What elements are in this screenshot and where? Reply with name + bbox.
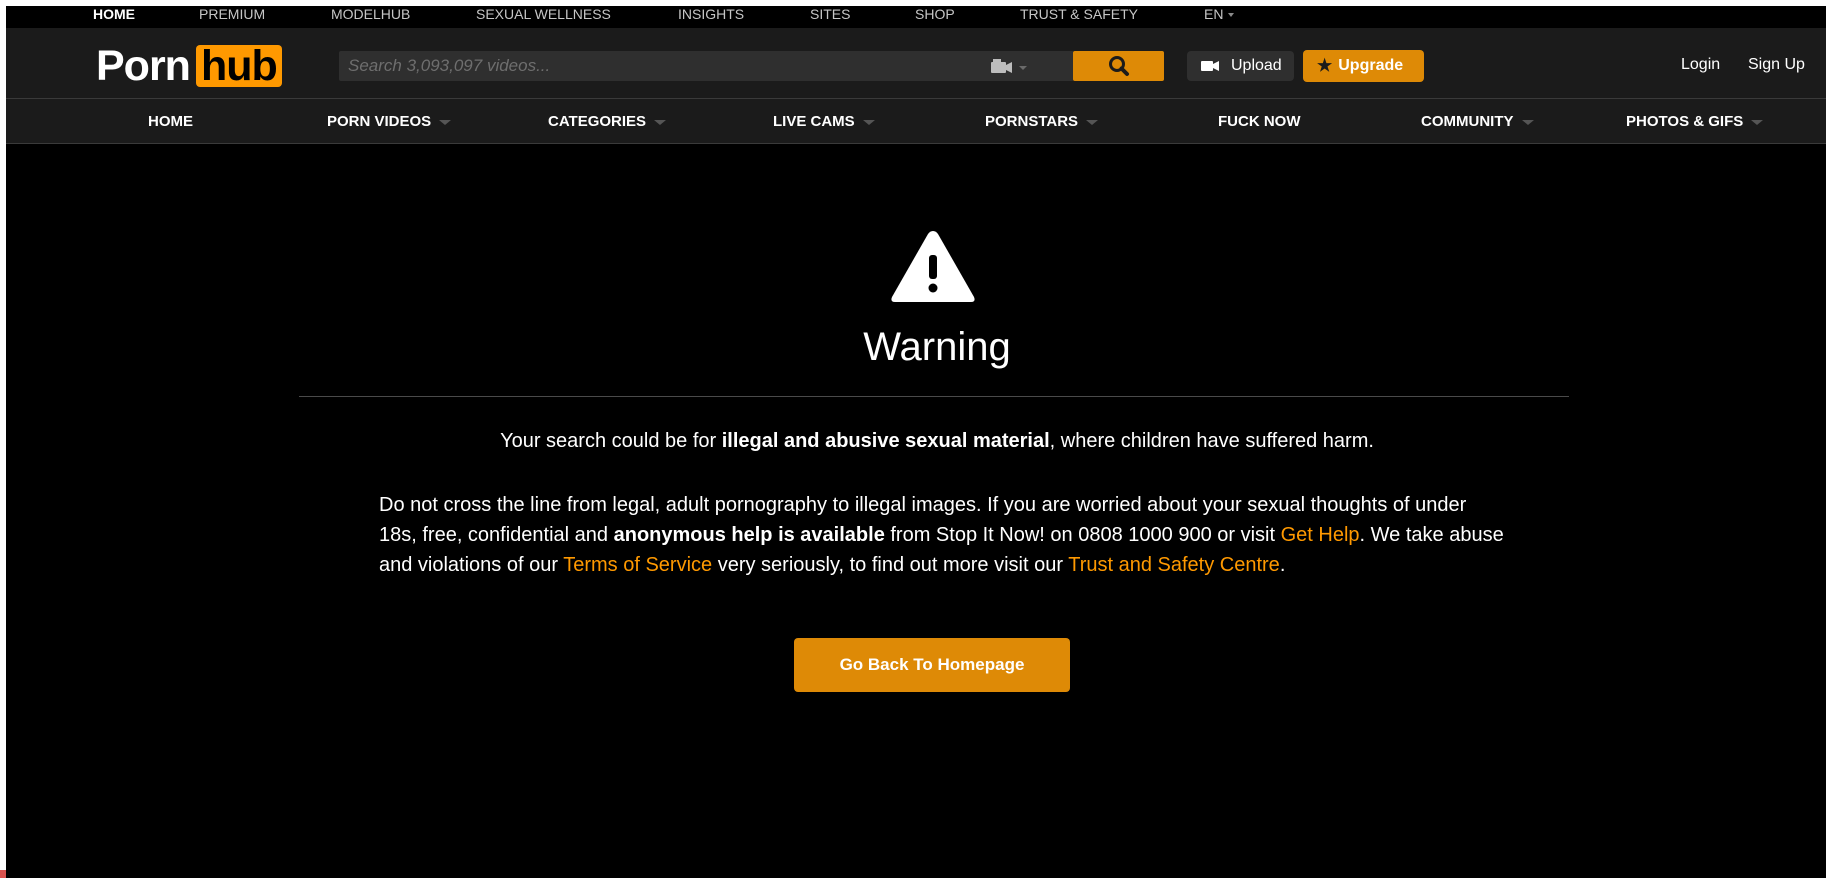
signup-link[interactable]: Sign Up: [1748, 56, 1805, 74]
search-icon: [1108, 56, 1129, 76]
help-message: Do not cross the line from legal, adult …: [379, 494, 1504, 576]
top-link-sites[interactable]: SITES: [810, 6, 850, 22]
nav-community[interactable]: COMMUNITY: [1421, 113, 1534, 130]
nav-fuck-now[interactable]: FUCK NOW: [1218, 113, 1301, 130]
logo-text-hub: hub: [195, 45, 282, 88]
nav-label: PHOTOS & GIFS: [1626, 113, 1744, 130]
nav-categories[interactable]: CATEGORIES: [548, 113, 667, 130]
chevron-down-icon: [862, 119, 875, 125]
chevron-down-icon: [1228, 13, 1235, 18]
go-back-homepage-label: Go Back To Homepage: [839, 655, 1025, 674]
site-logo[interactable]: Porn hub: [96, 42, 282, 90]
warning-message: Your search could be for illegal and abu…: [500, 430, 1374, 452]
login-link[interactable]: Login: [1681, 56, 1720, 74]
upgrade-button[interactable]: ★ Upgrade: [1303, 50, 1424, 82]
get-help-link[interactable]: Get Help: [1281, 524, 1360, 546]
search-input[interactable]: [339, 51, 979, 81]
nav-label: LIVE CAMS: [773, 113, 855, 130]
search-button[interactable]: [1073, 51, 1164, 81]
warning-triangle-icon: [891, 231, 975, 302]
chevron-down-icon: [1521, 119, 1534, 125]
top-link-shop[interactable]: SHOP: [915, 6, 955, 22]
top-link-premium[interactable]: PREMIUM: [199, 6, 265, 22]
upload-label: Upload: [1231, 57, 1282, 74]
top-link-trust-safety[interactable]: TRUST & SAFETY: [1020, 6, 1138, 22]
site-header: Porn hub Search 3,093,097 videos... Uplo…: [6, 28, 1826, 98]
trust-safety-centre-link[interactable]: Trust and Safety Centre: [1068, 554, 1280, 576]
chevron-down-icon: [439, 119, 452, 125]
nav-live-cams[interactable]: LIVE CAMS: [773, 113, 875, 130]
upload-button[interactable]: Upload: [1187, 51, 1294, 81]
nav-porn-videos[interactable]: PORN VIDEOS: [327, 113, 452, 130]
chevron-down-icon: [654, 119, 667, 125]
nav-pornstars[interactable]: PORNSTARS: [985, 113, 1099, 130]
nav-home[interactable]: HOME: [148, 113, 193, 130]
nav-label: CATEGORIES: [548, 113, 647, 130]
go-back-homepage-button[interactable]: Go Back To Homepage: [794, 638, 1070, 692]
warning-title: Warning: [863, 325, 1011, 369]
video-camera-icon: [991, 59, 1027, 73]
nav-photos-gifs[interactable]: PHOTOS & GIFS: [1626, 113, 1764, 130]
star-icon: ★: [1317, 56, 1333, 75]
top-link-home[interactable]: HOME: [93, 6, 135, 22]
language-selector[interactable]: EN: [1204, 6, 1235, 22]
nav-label: HOME: [148, 113, 193, 130]
logo-text-porn: Porn: [96, 42, 191, 90]
nav-label: FUCK NOW: [1218, 113, 1301, 130]
corner-marker: [0, 870, 6, 878]
page: HOME PREMIUM MODELHUB SEXUAL WELLNESS IN…: [6, 6, 1826, 878]
upgrade-label: Upgrade: [1338, 57, 1404, 74]
divider: [299, 396, 1569, 397]
top-links-bar: HOME PREMIUM MODELHUB SEXUAL WELLNESS IN…: [6, 6, 1826, 28]
terms-of-service-link[interactable]: Terms of Service: [563, 554, 712, 576]
nav-label: PORN VIDEOS: [327, 113, 432, 130]
top-link-modelhub[interactable]: MODELHUB: [331, 6, 410, 22]
search-bar: [339, 51, 1164, 81]
camera-icon: [1201, 61, 1219, 71]
main-nav: HOME PORN VIDEOS CATEGORIES LIVE CAMS PO…: [6, 98, 1826, 144]
nav-label: PORNSTARS: [985, 113, 1079, 130]
search-filter-dropdown[interactable]: [989, 57, 1033, 75]
chevron-down-icon: [1086, 119, 1099, 125]
top-link-sexual-wellness[interactable]: SEXUAL WELLNESS: [476, 6, 611, 22]
chevron-down-icon: [1751, 119, 1764, 125]
top-link-insights[interactable]: INSIGHTS: [678, 6, 744, 22]
nav-label: COMMUNITY: [1421, 113, 1514, 130]
language-label: EN: [1204, 6, 1224, 22]
